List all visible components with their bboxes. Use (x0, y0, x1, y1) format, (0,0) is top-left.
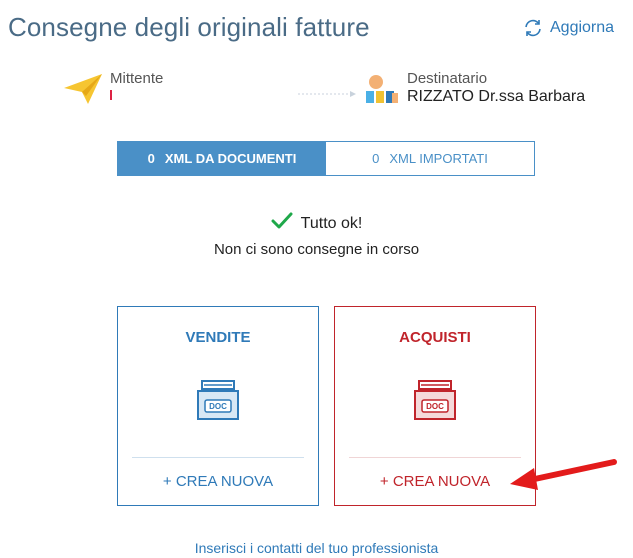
red-annotation-arrow (508, 456, 618, 501)
dotted-arrow-icon (298, 86, 356, 104)
status-detail-text: Non ci sono consegne in corso (213, 241, 420, 258)
professional-contacts-link[interactable]: Inserisci i contatti del tuo professioni… (0, 540, 633, 556)
tab-xml-da-documenti[interactable]: 0 XML DA DOCUMENTI (118, 142, 326, 175)
purchases-title: ACQUISTI (399, 329, 471, 346)
sales-create-new-button[interactable]: + CREA NUOVA (118, 473, 318, 490)
paper-plane-icon (64, 74, 104, 109)
status-ok-text: Tutto ok! (300, 214, 363, 232)
recipient-label: Destinatario (407, 70, 488, 87)
purchases-create-new-button[interactable]: + CREA NUOVA (335, 473, 535, 490)
refresh-icon (522, 18, 544, 38)
tab-label: XML IMPORTATI (389, 151, 488, 166)
tab-xml-importati[interactable]: 0 XML IMPORTATI (326, 142, 534, 175)
page-title: Consegne degli originali fatture (8, 12, 370, 42)
tab-count: 0 (372, 151, 380, 166)
card-divider (132, 457, 304, 458)
recipient-value: RIZZATO Dr.ssa Barbara (407, 88, 586, 105)
card-divider (349, 457, 521, 458)
xml-source-toggle: 0 XML DA DOCUMENTI 0 XML IMPORTATI (117, 141, 535, 176)
doc-archive-icon: DOC (194, 379, 242, 426)
status-panel: Tutto ok! Non ci sono consegne in corso (0, 212, 633, 258)
sales-title: VENDITE (185, 329, 251, 346)
tab-label: XML DA DOCUMENTI (164, 151, 297, 166)
purchases-card: ACQUISTI DOC + CREA NUOVA (334, 306, 536, 506)
sender-label: Mittente (110, 70, 164, 87)
checkmark-icon (271, 212, 293, 235)
sender-value (110, 88, 113, 100)
doc-icon-text: DOC (426, 402, 444, 411)
refresh-label: Aggiorna (550, 19, 615, 36)
doc-archive-icon: DOC (411, 379, 459, 426)
people-icon (362, 73, 402, 110)
refresh-button[interactable]: Aggiorna (522, 18, 614, 38)
doc-icon-text: DOC (209, 402, 227, 411)
sales-card: VENDITE DOC + CREA NUOVA (117, 306, 319, 506)
tab-count: 0 (147, 151, 155, 166)
